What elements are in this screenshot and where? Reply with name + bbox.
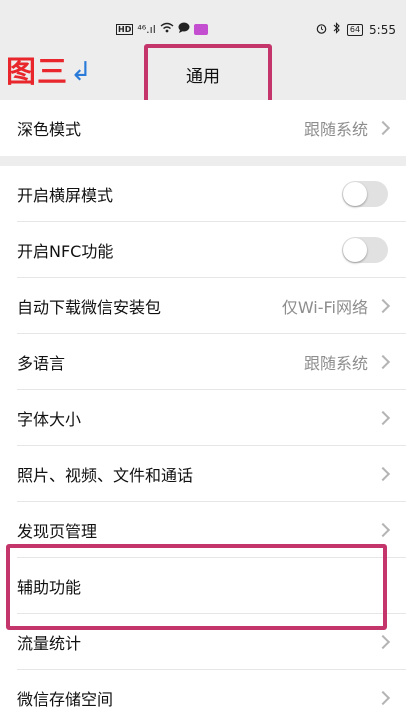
settings-item-label: 微信存储空间 (17, 690, 114, 709)
settings-item-nfc[interactable]: 开启NFC功能 (0, 222, 406, 278)
settings-item-label: 字体大小 (17, 410, 82, 429)
chevron-right-icon (375, 466, 391, 482)
hd-indicator: HD (116, 23, 134, 35)
bluetooth-icon (333, 22, 341, 37)
settings-item-dark-mode[interactable]: 深色模式 跟随系统 (0, 100, 406, 156)
settings-item-label: 开启NFC功能 (17, 242, 114, 261)
settings-item-label: 自动下载微信安装包 (17, 298, 162, 317)
nfc-toggle[interactable] (342, 237, 388, 263)
settings-item-label: 多语言 (17, 354, 66, 373)
settings-item-value: 跟随系统 (303, 120, 368, 139)
settings-item-auto-download[interactable]: 自动下载微信安装包 仅Wi-Fi网络 (0, 278, 406, 334)
settings-item-label: 深色模式 (17, 120, 82, 139)
settings-item-storage[interactable]: 微信存储空间 (0, 670, 406, 726)
settings-item-media[interactable]: 照片、视频、文件和通话 (0, 446, 406, 502)
toggle-knob (343, 182, 367, 206)
status-bar-right: 64 5:55 (316, 22, 396, 37)
status-bar-left: HD ⁴⁶.ıl (116, 22, 208, 36)
chevron-right-icon (375, 634, 391, 650)
chevron-right-icon (375, 522, 391, 538)
settings-item-label: 流量统计 (17, 634, 82, 653)
battery-icon: 64 (346, 23, 364, 36)
message-icon (178, 22, 190, 36)
settings-item-label: 照片、视频、文件和通话 (17, 466, 194, 485)
landscape-toggle[interactable] (342, 181, 388, 207)
toggle-knob (343, 238, 367, 262)
settings-item-landscape[interactable]: 开启横屏模式 (0, 166, 406, 222)
clock: 5:55 (369, 22, 396, 37)
wifi-icon (160, 22, 174, 36)
accessibility-highlight-box (6, 544, 387, 630)
settings-item-language[interactable]: 多语言 跟随系统 (0, 334, 406, 390)
status-bar: HD ⁴⁶.ıl 64 5:55 (0, 0, 406, 44)
settings-item-value: 仅Wi-Fi网络 (281, 298, 368, 317)
chevron-right-icon (375, 354, 391, 370)
app-notification-icon (193, 23, 208, 35)
chevron-right-icon (375, 120, 391, 136)
chevron-right-icon (375, 690, 391, 706)
settings-item-value: 跟随系统 (303, 354, 368, 373)
chevron-right-icon (375, 410, 391, 426)
chevron-right-icon (375, 298, 391, 314)
alarm-icon (316, 23, 327, 37)
cell-signal-icon: ⁴⁶.ıl (137, 22, 156, 36)
settings-item-label: 发现页管理 (17, 522, 98, 541)
settings-item-label: 开启横屏模式 (17, 186, 114, 205)
settings-item-font-size[interactable]: 字体大小 (0, 390, 406, 446)
header: 图三 ↲ 通用 (0, 44, 406, 112)
